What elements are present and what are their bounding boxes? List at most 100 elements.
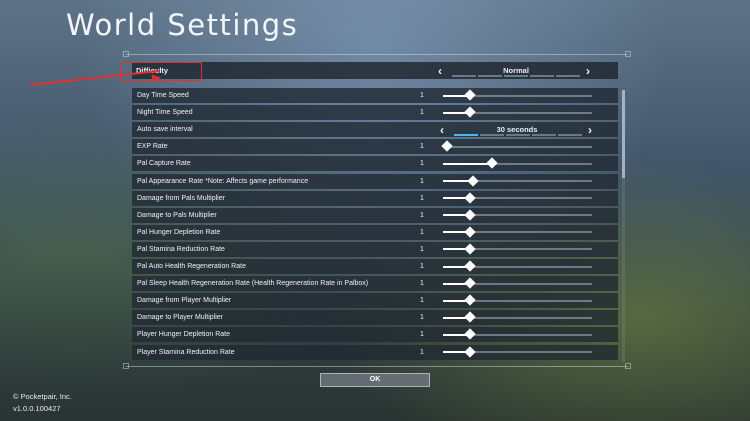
slider-track[interactable]: [443, 209, 592, 221]
select-segment: [532, 134, 556, 137]
setting-row[interactable]: Pal Auto Health Regeneration Rate 1: [132, 259, 618, 274]
copyright-text: © Pocketpair, Inc.: [13, 392, 72, 401]
setting-value: 1: [420, 263, 424, 270]
setting-value: 1: [420, 160, 424, 168]
slider-track[interactable]: [443, 191, 592, 204]
chevron-left-icon[interactable]: ‹: [440, 124, 444, 136]
setting-value: 1: [420, 143, 424, 151]
slider-thumb[interactable]: [464, 89, 476, 101]
slider-thumb[interactable]: [464, 311, 476, 323]
select-segment: [506, 134, 530, 137]
version-text: v1.0.0.100427: [13, 404, 61, 413]
difficulty-row[interactable]: Difficulty ‹ Normal ›: [132, 62, 618, 79]
setting-value: 1: [420, 92, 424, 99]
setting-label: EXP Rate: [137, 143, 168, 151]
setting-value: 1: [420, 280, 424, 288]
frame-bottom-line: [126, 366, 628, 367]
select-value: 30 seconds: [496, 125, 538, 135]
setting-label: Pal Stamina Reduction Rate: [137, 245, 225, 253]
slider-track[interactable]: [443, 277, 592, 289]
setting-value: 1: [420, 211, 424, 219]
setting-value: 1: [420, 177, 424, 185]
frame-top-line: [126, 54, 628, 55]
difficulty-segment: [478, 75, 502, 77]
setting-label: Player Hunger Depletion Rate: [137, 331, 230, 339]
slider-track[interactable]: [443, 294, 592, 306]
setting-label: Damage to Pals Multiplier: [137, 211, 217, 219]
slider-track[interactable]: [443, 157, 592, 170]
chevron-left-icon[interactable]: ‹: [438, 65, 442, 77]
difficulty-value: Normal: [503, 66, 529, 75]
setting-row[interactable]: Pal Sleep Health Regeneration Rate (Heal…: [132, 276, 618, 292]
setting-value: 1: [420, 245, 424, 253]
frame-corner: [625, 363, 631, 369]
slider-thumb[interactable]: [467, 174, 479, 187]
setting-value: 1: [420, 194, 424, 202]
setting-row[interactable]: Damage to Player Multiplier 1: [132, 310, 618, 326]
slider-track[interactable]: [443, 226, 592, 238]
slider-track[interactable]: [443, 345, 592, 358]
frame-corner: [123, 51, 129, 57]
slider-thumb[interactable]: [464, 106, 476, 118]
slider-thumb[interactable]: [464, 277, 476, 289]
setting-value: 1: [420, 314, 424, 322]
slider-track[interactable]: [443, 260, 592, 272]
difficulty-segments: [452, 75, 580, 77]
slider-track[interactable]: [443, 89, 592, 101]
ok-button[interactable]: OK: [320, 373, 430, 387]
setting-row[interactable]: Pal Stamina Reduction Rate 1: [132, 241, 618, 257]
chevron-right-icon[interactable]: ›: [586, 65, 590, 77]
setting-label: Pal Appearance Rate *Note: Affects game …: [137, 177, 309, 185]
select-segment: [558, 134, 582, 137]
difficulty-segment: [452, 75, 476, 77]
chevron-right-icon[interactable]: ›: [588, 124, 592, 136]
setting-row[interactable]: Player Hunger Depletion Rate 1: [132, 327, 618, 343]
slider-thumb[interactable]: [464, 226, 476, 238]
setting-row[interactable]: Player Stamina Reduction Rate 1: [132, 344, 618, 360]
frame-corner: [123, 363, 129, 369]
setting-value: 1: [420, 297, 424, 305]
setting-label: Damage to Player Multiplier: [137, 314, 223, 322]
setting-label: Pal Auto Health Regeneration Rate: [137, 263, 246, 270]
select-segment: [454, 134, 478, 137]
page-title: World Settings: [66, 8, 299, 42]
slider-track[interactable]: [443, 311, 592, 323]
slider-thumb[interactable]: [464, 328, 476, 341]
difficulty-segment: [504, 75, 528, 77]
slider-thumb[interactable]: [441, 140, 454, 152]
setting-row[interactable]: Damage to Pals Multiplier 1: [132, 207, 618, 223]
slider-fill: [443, 162, 493, 165]
annotation-arrow-head: [151, 73, 162, 83]
setting-value: 1: [420, 348, 424, 356]
slider-thumb[interactable]: [464, 209, 476, 221]
slider-track[interactable]: [443, 106, 592, 118]
slider-track[interactable]: [443, 328, 592, 341]
setting-label: Auto save interval: [137, 126, 193, 134]
setting-row[interactable]: Auto save interval ‹ 30 seconds ›: [132, 122, 618, 138]
slider-thumb[interactable]: [464, 345, 476, 358]
setting-label: Damage from Player Multiplier: [137, 297, 232, 305]
setting-row[interactable]: EXP Rate 1: [132, 139, 618, 155]
scrollbar-thumb[interactable]: [622, 90, 625, 178]
setting-value: 1: [420, 228, 424, 236]
setting-row[interactable]: Damage from Pals Multiplier 1: [132, 190, 618, 206]
settings-list[interactable]: Day Time Speed 1 Night Time Speed 1 Auto sav…: [132, 88, 618, 364]
setting-label: Pal Hunger Depletion Rate: [137, 228, 221, 236]
setting-row[interactable]: Day Time Speed 1: [132, 88, 618, 103]
scrollbar[interactable]: [622, 90, 625, 362]
setting-row[interactable]: Night Time Speed 1: [132, 105, 618, 121]
select-segment: [480, 134, 504, 137]
slider-thumb[interactable]: [464, 260, 476, 272]
slider-track[interactable]: [443, 243, 592, 255]
slider-thumb[interactable]: [486, 157, 498, 170]
setting-row[interactable]: Pal Appearance Rate *Note: Affects game …: [132, 173, 618, 189]
slider-track[interactable]: [441, 140, 592, 152]
slider-thumb[interactable]: [464, 191, 476, 204]
slider-thumb[interactable]: [464, 243, 476, 255]
slider-thumb[interactable]: [464, 294, 476, 306]
slider-track[interactable]: [443, 174, 592, 187]
setting-value: 1: [420, 331, 424, 339]
setting-row[interactable]: Pal Capture Rate 1: [132, 156, 618, 172]
setting-row[interactable]: Damage from Player Multiplier 1: [132, 293, 618, 309]
setting-row[interactable]: Pal Hunger Depletion Rate 1: [132, 224, 618, 240]
